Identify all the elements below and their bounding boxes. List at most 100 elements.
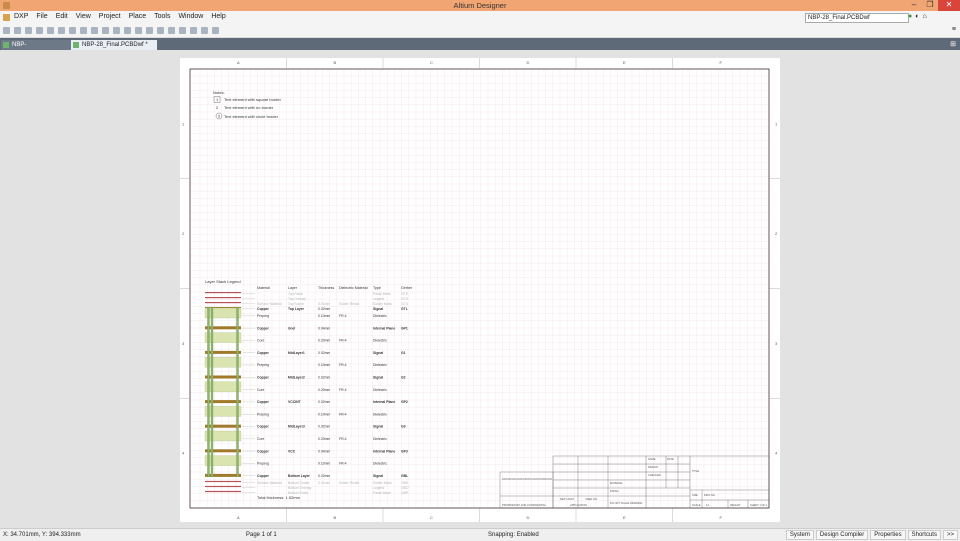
panel-shortcuts-button[interactable]: Shortcuts (907, 530, 941, 540)
table-icon[interactable] (190, 27, 197, 34)
zone-col-label: E (623, 515, 626, 520)
stack-cell: MidLayer1 (288, 351, 305, 355)
tb-scale-value: 1:1 (706, 503, 710, 507)
image-icon[interactable] (212, 27, 219, 34)
grid-icon[interactable] (179, 27, 186, 34)
stack-cell: GTS (401, 302, 409, 306)
stack-cell: FR-4 (339, 339, 347, 343)
menu-tools[interactable]: Tools (154, 13, 170, 20)
menu-place[interactable]: Place (129, 13, 147, 20)
stack-cell: Copper (257, 449, 270, 453)
tab-pcbdwf[interactable]: NBP-28_Final.PCBDwf * (71, 40, 157, 50)
stack-copper-layer (205, 400, 241, 404)
stack-cell: FR-4 (339, 437, 347, 441)
stack-cell: Dielectric (373, 437, 387, 441)
stack-cell: Signal (373, 376, 383, 380)
stack-cell: FR-4 (339, 462, 347, 466)
menu-window[interactable]: Window (178, 13, 203, 20)
stack-cell: Solder Resist (339, 481, 359, 485)
new-icon[interactable] (3, 27, 10, 34)
menu-view[interactable]: View (76, 13, 91, 20)
stack-cell: 0.02mm (318, 307, 330, 311)
pin-icon[interactable]: ⊞ (950, 40, 956, 48)
stack-cell: Copper (257, 376, 270, 380)
undo-icon[interactable] (91, 27, 98, 34)
dimension-icon[interactable] (168, 27, 175, 34)
close-icon[interactable]: ✕ (938, 0, 960, 11)
save-icon[interactable] (25, 27, 32, 34)
stack-cell: GBP (401, 491, 409, 495)
paste-icon[interactable] (80, 27, 87, 34)
stack-cell: 0.20mm (318, 388, 330, 392)
stack-cell: VCCINT (288, 400, 302, 404)
stack-dielectric-layer (204, 381, 242, 392)
stack-cell: Dielectric (373, 363, 387, 367)
stack-cell: Solder Mask (373, 302, 392, 306)
title-bar: Altium Designer – ❐ ✕ (0, 0, 960, 11)
stack-cell: Internal Plane (373, 449, 395, 453)
stack-cell: 0.10mm (318, 363, 330, 367)
stack-cell: G3 (401, 425, 406, 429)
stack-cell: Prepreg (257, 412, 269, 416)
stack-cell: Dielectric (373, 339, 387, 343)
stack-cell: MidLayer3 (288, 425, 305, 429)
select-icon[interactable] (135, 27, 142, 34)
copy-icon[interactable] (69, 27, 76, 34)
document-select[interactable]: NBP-28_Final.PCBDwf (805, 13, 909, 23)
stack-cell: Legend (373, 297, 384, 301)
stack-cell: 0.20mm (318, 437, 330, 441)
panel-design-compiler-button[interactable]: Design Compiler (815, 530, 869, 540)
stack-cell: FR-4 (339, 363, 347, 367)
menu-file[interactable]: File (36, 13, 47, 20)
stack-cell: 0.02mm (318, 474, 330, 478)
panel-more-button[interactable]: >> (942, 530, 958, 540)
zoom-area-icon[interactable] (124, 27, 131, 34)
menu-edit[interactable]: Edit (56, 13, 68, 20)
stack-header-cell: Material (257, 286, 270, 290)
stack-copper-layer (205, 375, 241, 379)
redo-icon[interactable] (102, 27, 109, 34)
toolbar-menu-icon[interactable]: ≡ (952, 26, 956, 33)
forward-icon[interactable]: ● (908, 13, 912, 20)
stack-copper-layer (205, 424, 241, 428)
stack-cell: 0.01mm (318, 481, 330, 485)
menu-project[interactable]: Project (99, 13, 121, 20)
home-icon[interactable]: ⌂ (922, 13, 926, 20)
stack-cell: Bottom Layer (288, 474, 311, 478)
line-icon[interactable] (157, 27, 164, 34)
panel-properties-button[interactable]: Properties (870, 530, 906, 540)
menu-help[interactable]: Help (211, 13, 225, 20)
cut-icon[interactable] (58, 27, 65, 34)
stack-cell: GP1 (401, 326, 408, 330)
stack-cell: 0.02mm (318, 425, 330, 429)
print-preview-icon[interactable] (47, 27, 54, 34)
stack-cell: Signal (373, 425, 383, 429)
open-icon[interactable] (14, 27, 21, 34)
stack-cell: 0.10mm (318, 412, 330, 416)
print-icon[interactable] (36, 27, 43, 34)
tb-size-label: SIZE (692, 493, 698, 497)
stack-mask-layer (205, 485, 241, 488)
drawing-sheet[interactable]: AABBCCDDEEFF1 12 23 34 4 Notes: 1 Text eleme… (180, 58, 780, 522)
zoom-fit-icon[interactable] (113, 27, 120, 34)
tab-pcbdoc[interactable]: NBP-28_Final.PCBDOC (1, 40, 75, 58)
status-bar: X: 34.701mm, Y: 394.333mm Page 1 of 1 Sn… (0, 528, 960, 541)
pcb-document-icon (3, 42, 9, 48)
maximize-icon[interactable]: ❐ (922, 0, 938, 11)
tab-pcbdwf-label: NBP-28_Final.PCBDwf * (82, 42, 148, 48)
back-icon[interactable]: ◐ (915, 13, 919, 20)
stack-cell: 0.02mm (318, 351, 330, 355)
stack-cell: Legend (373, 486, 384, 490)
panel-system-button[interactable]: System (785, 530, 814, 540)
stack-cell: 0.04mm (318, 326, 330, 330)
zone-col-label: E (623, 60, 626, 65)
text-icon[interactable] (201, 27, 208, 34)
move-icon[interactable] (146, 27, 153, 34)
stack-cell: GBL (401, 474, 408, 478)
dxp-icon[interactable] (3, 14, 10, 21)
minimize-icon[interactable]: – (906, 0, 922, 11)
stack-cell: Prepreg (257, 363, 269, 367)
menu-dxp[interactable]: DXP (14, 13, 28, 20)
stack-dielectric-layer (204, 332, 242, 343)
tb-used-on-label: USED ON (585, 497, 597, 501)
